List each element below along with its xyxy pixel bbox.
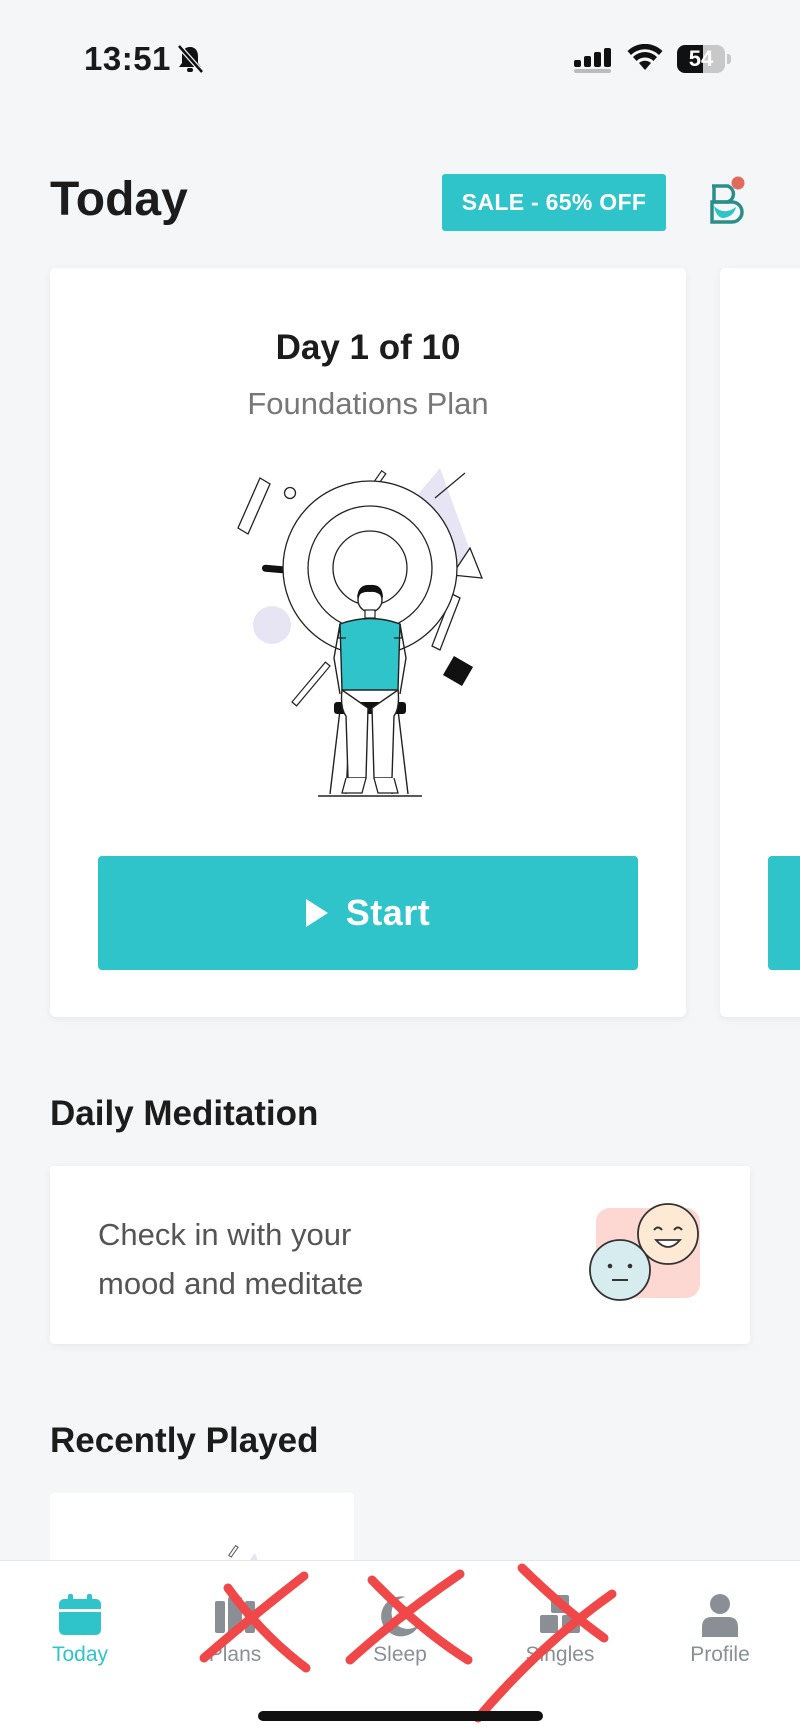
tab-sleep[interactable]: Sleep: [335, 1593, 465, 1667]
tab-label: Today: [51, 1643, 109, 1666]
status-time: 13:51: [84, 40, 171, 77]
tab-label: Profile: [690, 1643, 750, 1666]
plan-name: Foundations Plan: [247, 386, 489, 421]
daily-meditation-text: Check in with your mood and meditate: [98, 1217, 364, 1301]
mood-faces-icon: [589, 1203, 700, 1301]
tab-today[interactable]: Today: [15, 1593, 145, 1667]
calendar-icon: [59, 1594, 101, 1635]
tab-plans[interactable]: Plans: [170, 1593, 300, 1667]
person-icon: [702, 1594, 738, 1637]
start-label: Start: [345, 892, 431, 933]
sale-button[interactable]: SALE - 65% OFF: [442, 174, 666, 231]
tab-singles[interactable]: Singles: [495, 1593, 625, 1667]
singles-icon: [540, 1595, 580, 1633]
tab-label: Sleep: [373, 1643, 427, 1666]
page-title: Today: [50, 173, 188, 226]
tab-profile[interactable]: Profile: [655, 1593, 785, 1667]
play-icon: [305, 899, 328, 927]
home-indicator: [258, 1711, 543, 1721]
start-button[interactable]: Start: [98, 856, 638, 970]
next-plan-start-button[interactable]: [768, 856, 800, 970]
plan-card[interactable]: Day 1 of 10 Foundations Plan Start: [50, 268, 686, 1017]
battery-level: 54: [688, 46, 714, 71]
battery-icon: 54: [677, 45, 733, 73]
recently-played-title: Recently Played: [50, 1421, 319, 1460]
tab-label: Plans: [208, 1643, 262, 1666]
signal-icon: [574, 48, 611, 73]
moon-icon: [381, 1596, 420, 1637]
daily-meditation-card[interactable]: Check in with your mood and meditate: [50, 1166, 750, 1344]
notification-dot: [731, 176, 745, 190]
tab-label: Singles: [525, 1643, 595, 1666]
meditation-illustration: [237, 468, 484, 797]
status-bar: 13:51 54: [0, 0, 800, 120]
plans-icon: [215, 1597, 255, 1633]
tab-bar: Today Plans Sleep Singles Profile: [0, 1560, 800, 1735]
bell-slash-icon: [177, 44, 204, 74]
plan-day: Day 1 of 10: [275, 328, 461, 367]
wifi-icon: [627, 44, 663, 70]
daily-meditation-title: Daily Meditation: [50, 1094, 319, 1133]
headspace-logo-icon[interactable]: [706, 176, 746, 226]
